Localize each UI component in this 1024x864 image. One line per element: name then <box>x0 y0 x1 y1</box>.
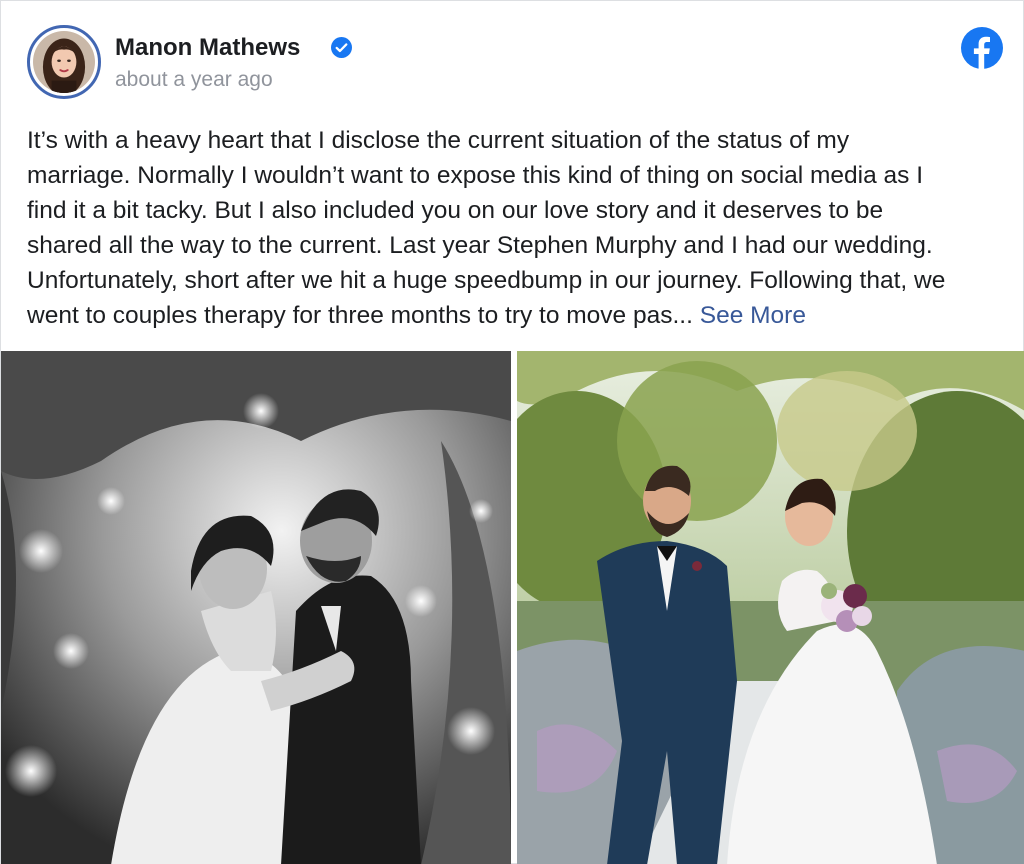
post-body-text: It’s with a heavy heart that I disclose … <box>27 123 1007 333</box>
post-text-line: find it a bit tacky. But I also included… <box>27 197 884 224</box>
facebook-post-card: Manon Mathews about a year ago It’s with… <box>0 0 1024 864</box>
post-text-line: went to couples therapy for three months… <box>27 302 700 329</box>
post-text-line: It’s with a heavy heart that I disclose … <box>27 127 850 154</box>
facebook-logo-icon[interactable] <box>961 27 1003 69</box>
wedding-photo-bw[interactable] <box>1 351 511 864</box>
see-more-link[interactable]: See More <box>700 302 806 329</box>
post-timestamp[interactable]: about a year ago <box>115 67 273 93</box>
author-name[interactable]: Manon Mathews <box>115 33 300 63</box>
post-text-line-last: went to couples therapy for three months… <box>27 298 1007 333</box>
post-text-line: Unfortunately, short after we hit a huge… <box>27 267 946 294</box>
post-text-line: shared all the way to the current. Last … <box>27 232 933 259</box>
verified-badge-icon <box>331 37 352 58</box>
wedding-photo-color[interactable] <box>517 351 1024 864</box>
post-text-line: marriage. Normally I wouldn’t want to ex… <box>27 162 924 189</box>
avatar[interactable] <box>27 25 101 99</box>
profile-photo <box>33 31 95 93</box>
